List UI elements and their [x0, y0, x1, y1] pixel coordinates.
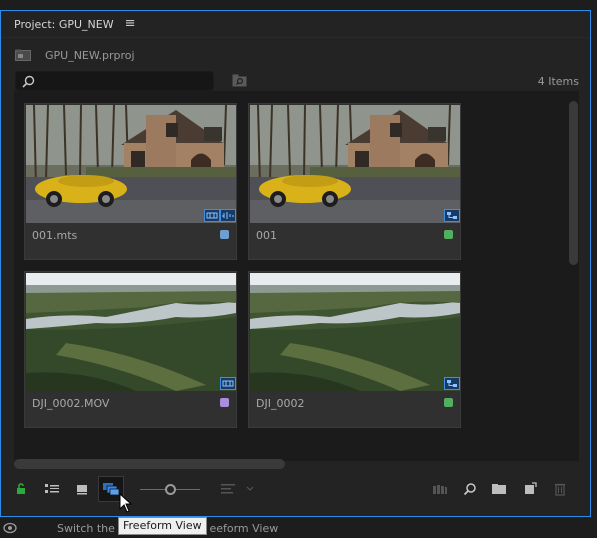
sort-icon[interactable] — [218, 479, 238, 499]
project-file-row: GPU_NEW.prproj — [15, 47, 135, 63]
tooltip: Freeform View — [118, 517, 207, 535]
new-search-bin-icon[interactable] — [232, 74, 247, 87]
clip-tile[interactable]: DJI_0002.MOV — [24, 271, 237, 428]
lock-icon[interactable] — [11, 479, 31, 499]
clip-name: 001.mts — [32, 229, 78, 242]
color-label[interactable] — [220, 230, 229, 239]
automate-to-sequence-icon[interactable] — [430, 479, 450, 499]
project-toolbar — [0, 474, 597, 504]
audio-clip-icon — [220, 209, 236, 222]
chevron-down-icon[interactable] — [243, 479, 257, 499]
color-label[interactable] — [220, 398, 229, 407]
find-icon[interactable] — [460, 479, 480, 499]
mouse-pointer-icon — [119, 493, 132, 513]
clip-thumbnail[interactable] — [26, 105, 236, 223]
items-count: 4 Items — [537, 75, 579, 88]
project-bin-icon — [15, 49, 31, 61]
clip-name: DJI_0002 — [256, 397, 305, 410]
sequence-tile[interactable]: DJI_0002 — [248, 271, 461, 428]
clip-tile[interactable]: 001.mts — [24, 103, 237, 260]
clip-thumbnail[interactable] — [250, 273, 460, 391]
status-message-right: eeform View — [209, 522, 279, 535]
project-file-name: GPU_NEW.prproj — [45, 48, 135, 62]
clip-name: DJI_0002.MOV — [32, 397, 110, 410]
clip-thumbnail[interactable] — [250, 105, 460, 223]
new-item-icon[interactable] — [520, 479, 540, 499]
hamburger-menu-icon[interactable]: ≡ — [125, 17, 136, 30]
new-bin-icon[interactable] — [489, 479, 509, 499]
icon-view-icon[interactable] — [72, 479, 92, 499]
freeform-bin-area[interactable]: 001.mts 001 DJI_0002.MOV DJI_0002 — [14, 91, 579, 461]
color-label[interactable] — [444, 230, 453, 239]
zoom-slider-knob[interactable] — [165, 484, 176, 495]
list-view-icon[interactable] — [42, 479, 62, 499]
color-label[interactable] — [444, 398, 453, 407]
video-clip-icon — [220, 377, 236, 390]
search-icon — [22, 75, 35, 88]
header-divider — [1, 37, 590, 38]
trash-icon[interactable] — [550, 479, 570, 499]
search-box[interactable] — [15, 71, 214, 91]
status-indicator-icon — [3, 522, 17, 534]
clip-thumbnail[interactable] — [26, 273, 236, 391]
status-bar: Switch the c eeform View — [0, 520, 597, 538]
video-clip-icon — [204, 209, 220, 222]
horizontal-scrollbar[interactable] — [14, 459, 285, 469]
panel-title[interactable]: Project: GPU_NEW — [14, 18, 114, 31]
sequence-icon — [444, 209, 460, 222]
panel-header: Project: GPU_NEW ≡ — [1, 11, 590, 37]
sequence-tile[interactable]: 001 — [248, 103, 461, 260]
status-message-left: Switch the c — [57, 522, 125, 535]
clip-name: 001 — [256, 229, 277, 242]
search-input[interactable] — [40, 73, 210, 89]
sequence-icon — [444, 377, 460, 390]
vertical-scrollbar[interactable] — [569, 101, 578, 265]
